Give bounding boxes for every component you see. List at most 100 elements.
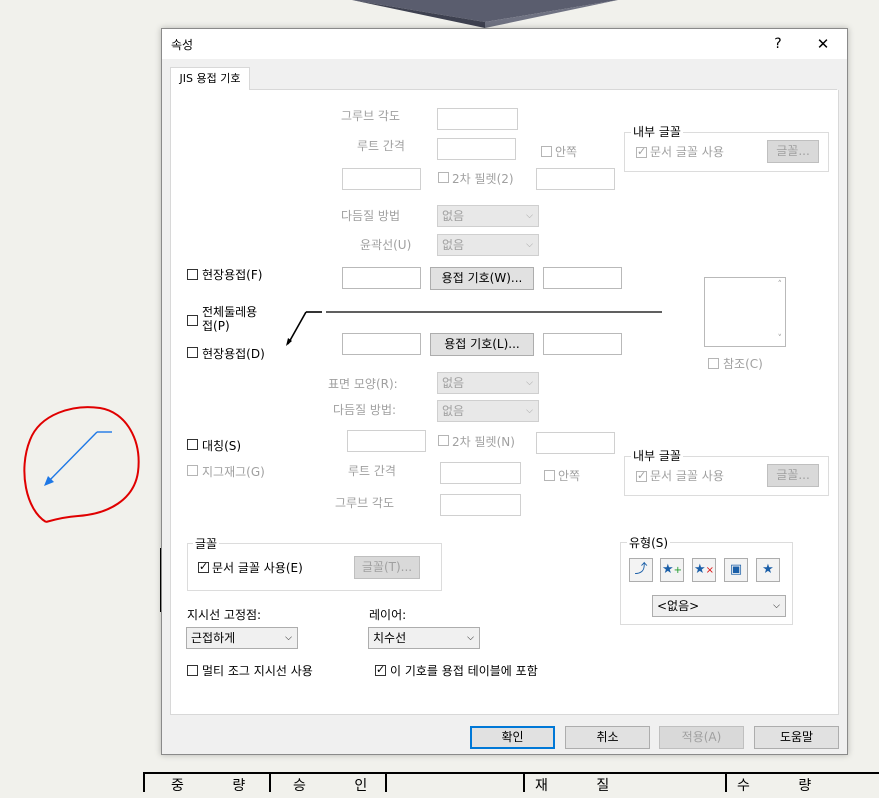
layer-select[interactable]: 치수선 ⌵ [368, 627, 480, 649]
lower-fillet2-checkbox[interactable] [438, 435, 449, 446]
chevron-down-icon: ⌵ [467, 633, 474, 643]
help-icon[interactable]: ? [764, 33, 792, 55]
scroll-up-icon[interactable]: ˄ [778, 280, 783, 290]
zigzag-label: 지그재그(G) [202, 465, 265, 479]
inner-font-bottom-button[interactable]: 글꼴... [767, 464, 819, 487]
symmetric-checkbox[interactable] [187, 439, 198, 450]
lower-left-input[interactable] [347, 430, 426, 452]
field-weld-d-label: 현장용접(D) [202, 347, 265, 361]
upper-inside-checkbox[interactable] [541, 146, 552, 157]
inner-font-top-button[interactable]: 글꼴... [767, 140, 819, 163]
table-cell-quantity: 수 량 [725, 774, 879, 794]
reference-checkbox[interactable] [708, 358, 719, 369]
lower-weld-symbol-button[interactable]: 용접 기호(L)... [430, 333, 534, 356]
upper-contour-select[interactable]: 없음 ⌵ [437, 234, 539, 256]
inner-font-top-label: 문서 글꼴 사용 [650, 145, 724, 159]
lower-inside-checkbox[interactable] [544, 470, 555, 481]
include-table-checkbox[interactable]: ✓ [375, 663, 386, 676]
check-icon: ✓ [376, 663, 386, 676]
scroll-down-icon[interactable]: ˅ [778, 334, 783, 344]
chevron-down-icon: ⌵ [526, 406, 533, 416]
lower-multi-method-label: 다듬질 방법: [333, 403, 397, 417]
upper-groove-angle-label: 그루브 각도 [341, 109, 401, 123]
upper-inside-label: 안쪽 [555, 145, 578, 159]
upper-weld-symbol-button[interactable]: 용접 기호(W)... [430, 267, 534, 290]
field-weld-d-checkbox[interactable] [187, 347, 198, 358]
upper-groove-angle-input[interactable] [437, 108, 518, 130]
font-group-button[interactable]: 글꼴(T)... [354, 556, 420, 579]
leader-anchor-select[interactable]: 근접하게 ⌵ [186, 627, 298, 649]
chevron-down-icon: ⌵ [526, 211, 533, 221]
cancel-button[interactable]: 취소 [565, 726, 650, 749]
load-style-icon[interactable]: ★ [756, 558, 780, 582]
upper-fillet2-input[interactable] [536, 168, 615, 190]
delete-style-icon[interactable]: ★× [692, 558, 716, 582]
help-button[interactable]: 도움말 [754, 726, 839, 749]
lower-root-gap-input[interactable] [440, 462, 521, 484]
all-around-label: 전체둘레용접(P) [202, 305, 258, 333]
lower-surface-select[interactable]: 없음 ⌵ [437, 372, 539, 394]
properties-dialog: 속성 ? ✕ JIS 용접 기호 그루브 각도 루트 간격 안쪽 2차 필렛(2… [161, 28, 848, 755]
check-icon: ✓ [637, 469, 647, 482]
zigzag-checkbox[interactable] [187, 465, 198, 476]
update-style-icon[interactable]: ⤴ [629, 558, 653, 582]
chevron-down-icon: ⌵ [526, 378, 533, 388]
lower-root-gap-label: 루트 간격 [348, 464, 396, 478]
inner-font-top-checkbox[interactable]: ✓ [636, 145, 647, 158]
close-icon[interactable]: ✕ [809, 33, 837, 55]
inner-font-bottom-checkbox[interactable]: ✓ [636, 469, 647, 482]
chevron-down-icon: ⌵ [285, 633, 292, 643]
lower-fillet2-input[interactable] [536, 432, 615, 454]
style-group-title: 유형(S) [627, 534, 671, 551]
dialog-titlebar: 속성 ? ✕ [162, 29, 847, 59]
include-table-label: 이 기호를 용접 테이블에 포함 [390, 664, 538, 678]
font-group-title: 글꼴 [193, 535, 220, 552]
tab-panel: 그루브 각도 루트 간격 안쪽 2차 필렛(2) 다듬질 방법 없음 ⌵ 윤곽선(… [170, 90, 839, 715]
tab-jis-weld-symbol[interactable]: JIS 용접 기호 [170, 67, 250, 91]
font-group-label: 문서 글꼴 사용(E) [212, 561, 303, 575]
title-block-table: 중 량 승 인 재 질 수 량 [143, 772, 879, 794]
lower-symbol-right-input[interactable] [543, 333, 622, 355]
chevron-down-icon: ⌵ [526, 240, 533, 250]
chevron-down-icon: ⌵ [773, 601, 780, 611]
add-style-icon[interactable]: ★+ [660, 558, 684, 582]
lower-symbol-left-input[interactable] [342, 333, 421, 355]
ok-button[interactable]: 확인 [470, 726, 555, 749]
inner-font-bottom-label: 문서 글꼴 사용 [650, 469, 724, 483]
upper-root-gap-input[interactable] [437, 138, 516, 160]
upper-symbol-left-input[interactable] [342, 267, 421, 289]
upper-multi-method-select[interactable]: 없음 ⌵ [437, 205, 539, 227]
inner-font-top-title: 내부 글꼴 [631, 123, 683, 140]
all-around-checkbox[interactable] [187, 315, 198, 326]
upper-root-gap-label: 루트 간격 [357, 139, 405, 153]
red-annotation-circle [23, 406, 140, 523]
field-weld-f-label: 현장용접(F) [202, 268, 263, 282]
check-icon: ✓ [199, 560, 209, 573]
inner-font-bottom-title: 내부 글꼴 [631, 447, 683, 464]
table-cell-material: 재 질 [523, 774, 737, 794]
table-cell-empty [385, 774, 523, 792]
reference-label: 참조(C) [723, 357, 763, 371]
lower-surface-label: 표면 모양(R): [328, 377, 398, 391]
multi-jog-checkbox[interactable] [187, 665, 198, 676]
check-icon: ✓ [637, 145, 647, 158]
multi-jog-label: 멀티 조그 지시선 사용 [202, 664, 313, 678]
apply-button[interactable]: 적용(A) [659, 726, 744, 749]
symmetric-label: 대칭(S) [202, 439, 242, 453]
layer-label: 레이어: [369, 608, 407, 622]
save-style-icon[interactable]: ▣ [724, 558, 748, 582]
field-weld-f-checkbox[interactable] [187, 269, 198, 280]
upper-symbol-right-input[interactable] [543, 267, 622, 289]
lower-fillet2-label: 2차 필렛(N) [452, 435, 515, 449]
font-group-checkbox[interactable]: ✓ [198, 560, 209, 573]
upper-fillet2-label: 2차 필렛(2) [452, 172, 514, 186]
leader-anchor-label: 지시선 고정점: [187, 608, 262, 622]
upper-fillet2-checkbox[interactable] [438, 172, 449, 183]
upper-left-input[interactable] [342, 168, 421, 190]
lower-groove-angle-input[interactable] [440, 494, 521, 516]
lower-multi-method-select[interactable]: 없음 ⌵ [437, 400, 539, 422]
reference-listbox[interactable]: ˄ ˅ [704, 277, 786, 347]
upper-multi-method-label: 다듬질 방법 [341, 209, 401, 223]
lower-inside-label: 안쪽 [558, 469, 581, 483]
style-select[interactable]: <없음> ⌵ [652, 595, 786, 617]
